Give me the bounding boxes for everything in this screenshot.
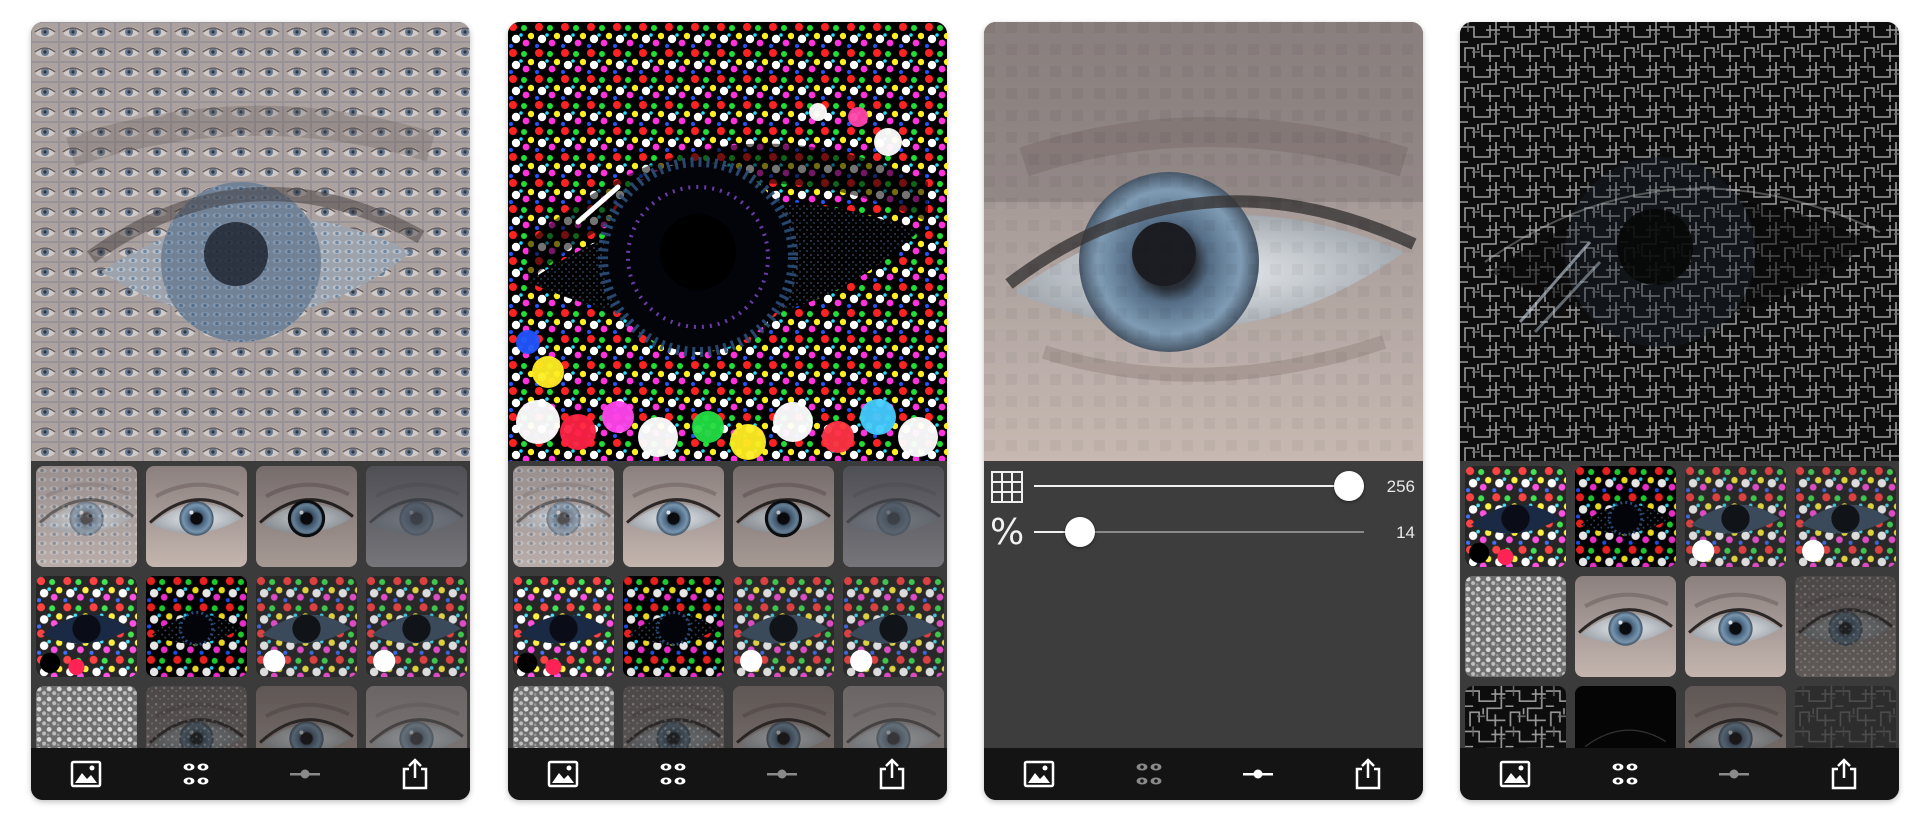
image-icon <box>1023 760 1055 788</box>
grid-size-value: 256 <box>1386 477 1415 496</box>
style-thumbnail[interactable] <box>146 576 247 677</box>
styles-icon <box>1132 759 1166 789</box>
screen-dots <box>508 22 947 800</box>
preview-image-circuit <box>1460 22 1899 461</box>
slider-icon <box>288 767 322 781</box>
adjust-tab[interactable] <box>1704 752 1764 796</box>
preview-image-mosaic <box>31 22 470 461</box>
percent-slider-knob[interactable] <box>1065 517 1096 547</box>
styles-icon <box>1608 759 1642 789</box>
styles-tab[interactable] <box>1595 752 1655 796</box>
photo-library-tab[interactable] <box>1009 752 1069 796</box>
image-icon <box>1499 760 1531 788</box>
style-thumbnail[interactable] <box>513 466 614 567</box>
preview-image-pixelated <box>984 22 1423 461</box>
percent-value: 14 <box>1396 523 1415 542</box>
tab-bar <box>508 748 947 800</box>
style-thumbnail[interactable] <box>1465 686 1566 748</box>
style-thumbnail[interactable] <box>36 466 137 567</box>
style-thumbnail[interactable] <box>256 466 357 567</box>
share-icon <box>1829 758 1859 790</box>
share-icon <box>400 758 430 790</box>
image-icon <box>547 760 579 788</box>
adjust-tab[interactable] <box>752 752 812 796</box>
style-thumbnail[interactable] <box>1685 576 1786 677</box>
style-thumbnail[interactable] <box>146 686 247 748</box>
photo-library-tab[interactable] <box>533 752 593 796</box>
style-thumbnail[interactable] <box>366 576 467 677</box>
style-thumbnail[interactable] <box>366 686 467 748</box>
style-thumbnail[interactable] <box>146 466 247 567</box>
slider-icon <box>1717 767 1751 781</box>
style-thumbnail[interactable] <box>36 576 137 677</box>
style-thumbnail[interactable] <box>1575 466 1676 567</box>
tab-bar <box>984 748 1423 800</box>
style-thumbnail[interactable] <box>1465 576 1566 677</box>
adjustment-panel: 256 % 14 <box>984 461 1423 748</box>
styles-icon <box>179 759 213 789</box>
share-tab[interactable] <box>385 752 445 796</box>
style-thumbnail[interactable] <box>513 686 614 748</box>
styles-tab[interactable] <box>643 752 703 796</box>
styles-tab[interactable] <box>1119 752 1179 796</box>
style-thumbnail[interactable] <box>1795 686 1896 748</box>
style-thumbnail[interactable] <box>843 686 944 748</box>
style-thumbnail[interactable] <box>366 466 467 567</box>
style-thumbnail[interactable] <box>623 686 724 748</box>
style-thumbnail[interactable] <box>1685 466 1786 567</box>
share-tab[interactable] <box>1814 752 1874 796</box>
slider-icon <box>765 767 799 781</box>
grid-size-slider[interactable] <box>1034 485 1364 487</box>
slider-icon <box>1241 767 1275 781</box>
styles-icon <box>656 759 690 789</box>
grid-size-row: 256 <box>984 466 1423 506</box>
style-thumbnail[interactable] <box>843 466 944 567</box>
style-thumbnail[interactable] <box>256 686 357 748</box>
style-thumbnail[interactable] <box>733 466 834 567</box>
style-thumbnail[interactable] <box>1795 576 1896 677</box>
style-thumbnail[interactable] <box>1685 686 1786 748</box>
screen-mosaic <box>31 22 470 800</box>
grid-size-slider-knob[interactable] <box>1334 471 1364 501</box>
style-thumbnail[interactable] <box>1795 466 1896 567</box>
style-thumbnail[interactable] <box>513 576 614 677</box>
adjust-tab[interactable] <box>275 752 335 796</box>
percent-row: % 14 <box>984 512 1423 552</box>
preview-image-dots <box>508 22 947 461</box>
screen-circuit <box>1460 22 1899 800</box>
tab-bar <box>1460 748 1899 800</box>
share-tab[interactable] <box>862 752 922 796</box>
adjust-tab[interactable] <box>1228 752 1288 796</box>
style-thumbnail[interactable] <box>1465 466 1566 567</box>
style-thumbnail[interactable] <box>733 686 834 748</box>
style-thumbnail[interactable] <box>1575 686 1676 748</box>
style-thumbnail-grid[interactable] <box>508 461 947 748</box>
style-thumbnail[interactable] <box>623 466 724 567</box>
style-thumbnail[interactable] <box>256 576 357 677</box>
style-thumbnail-grid[interactable] <box>31 461 470 748</box>
grid-size-slider-fill <box>1034 485 1364 487</box>
style-thumbnail-grid[interactable] <box>1460 461 1899 748</box>
style-thumbnail[interactable] <box>623 576 724 677</box>
photo-library-tab[interactable] <box>1485 752 1545 796</box>
share-tab[interactable] <box>1338 752 1398 796</box>
styles-tab[interactable] <box>166 752 226 796</box>
tab-bar <box>31 748 470 800</box>
style-thumbnail[interactable] <box>1575 576 1676 677</box>
screen-adjust: 256 % 14 <box>984 22 1423 800</box>
share-icon <box>877 758 907 790</box>
image-icon <box>70 760 102 788</box>
grid-icon <box>990 470 1024 504</box>
percent-icon: % <box>990 512 1025 553</box>
photo-library-tab[interactable] <box>56 752 116 796</box>
style-thumbnail[interactable] <box>843 576 944 677</box>
share-icon <box>1353 758 1383 790</box>
style-thumbnail[interactable] <box>36 686 137 748</box>
style-thumbnail[interactable] <box>733 576 834 677</box>
